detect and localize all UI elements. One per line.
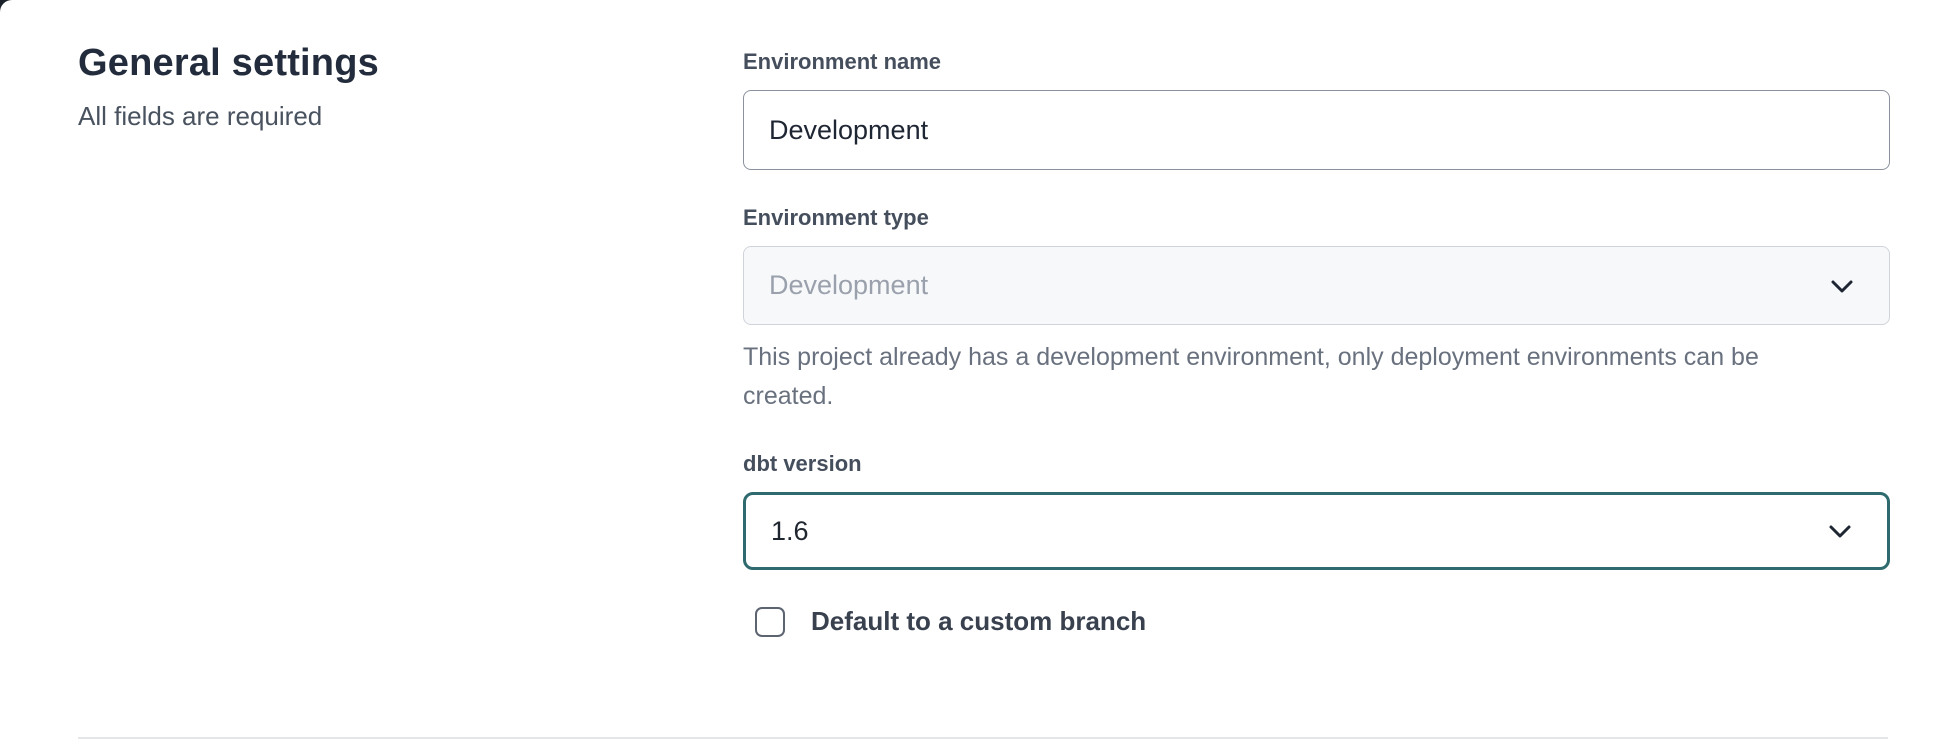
- section-divider: [78, 737, 1888, 739]
- chevron-down-icon: [1829, 273, 1855, 299]
- dbt-version-label: dbt version: [743, 450, 1890, 478]
- custom-branch-row: Default to a custom branch: [755, 606, 1890, 637]
- environment-type-select[interactable]: Development: [743, 246, 1890, 325]
- environment-type-label: Environment type: [743, 204, 1890, 232]
- page-subtitle: All fields are required: [78, 101, 743, 132]
- dbt-version-value: 1.6: [771, 516, 809, 547]
- environment-type-helper: This project already has a development e…: [743, 338, 1833, 416]
- chevron-down-icon: [1827, 518, 1853, 544]
- settings-panel: General settings All fields are required…: [0, 0, 1958, 740]
- environment-type-value: Development: [769, 270, 928, 301]
- page-title: General settings: [78, 40, 743, 88]
- environment-name-input[interactable]: [743, 90, 1890, 170]
- general-settings-section: General settings All fields are required…: [0, 0, 1958, 637]
- section-intro: General settings All fields are required: [78, 40, 743, 637]
- environment-name-label: Environment name: [743, 48, 1890, 76]
- dbt-version-select[interactable]: 1.6: [743, 492, 1890, 570]
- settings-form: Environment name Environment type Develo…: [743, 40, 1890, 637]
- custom-branch-label[interactable]: Default to a custom branch: [811, 606, 1146, 637]
- custom-branch-checkbox[interactable]: [755, 607, 785, 637]
